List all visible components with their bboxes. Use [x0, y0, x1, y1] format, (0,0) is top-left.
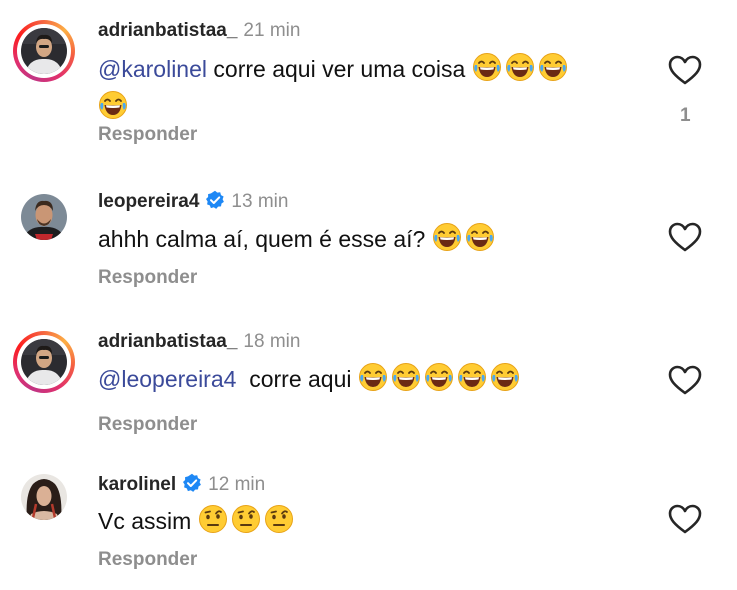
emoji-group: [358, 363, 523, 392]
comment-meta: adrianbatistaa_ 21 min: [98, 20, 300, 42]
comment-meta: leopereira4 13 min: [98, 190, 288, 216]
emoji-group: [198, 505, 297, 534]
reply-button[interactable]: Responder: [98, 267, 197, 289]
raised-eyebrow-icon: [264, 504, 294, 542]
comment-meta: adrianbatistaa_ 18 min: [98, 331, 300, 353]
emoji-group: [432, 223, 498, 252]
avatar-photo: [21, 339, 67, 385]
laughing-tears-icon: [98, 90, 128, 128]
comment-body: corre aqui: [236, 366, 358, 392]
avatar-photo: [21, 194, 67, 240]
avatar-photo: [21, 28, 67, 74]
comment-text: @leopereira4 corre aqui: [98, 362, 523, 400]
raised-eyebrow-icon: [231, 504, 261, 542]
heart-icon: [668, 365, 702, 395]
comment-time: 12 min: [208, 474, 266, 495]
reply-button[interactable]: Responder: [98, 124, 197, 146]
laughing-tears-icon: [472, 52, 502, 90]
like-button[interactable]: [668, 504, 702, 534]
comment-time: 21 min: [243, 20, 301, 41]
username[interactable]: adrianbatistaa_: [98, 331, 237, 352]
avatar[interactable]: [13, 186, 75, 248]
heart-icon: [668, 222, 702, 252]
laughing-tears-icon: [432, 222, 462, 260]
like-button[interactable]: [668, 222, 702, 252]
raised-eyebrow-icon: [198, 504, 228, 542]
username[interactable]: adrianbatistaa_: [98, 20, 237, 41]
comment-text: ahhh calma aí, quem é esse aí?: [98, 222, 498, 260]
comment-body: corre aqui ver uma coisa: [207, 56, 472, 82]
laughing-tears-icon: [391, 362, 421, 400]
avatar-photo: [21, 474, 67, 520]
mention-link[interactable]: @karolinel: [98, 56, 207, 82]
like-count: 1: [680, 105, 691, 126]
comment-body: Vc assim: [98, 508, 198, 534]
laughing-tears-icon: [465, 222, 495, 260]
comment-meta: karolinel 12 min: [98, 473, 265, 499]
like-button[interactable]: [668, 55, 702, 85]
comment-time: 13 min: [231, 191, 289, 212]
comment-text: @karolinel corre aqui ver uma coisa: [98, 52, 571, 128]
heart-icon: [668, 504, 702, 534]
laughing-tears-icon: [538, 52, 568, 90]
verified-badge-icon: [205, 190, 225, 216]
laughing-tears-icon: [457, 362, 487, 400]
heart-icon: [668, 55, 702, 85]
laughing-tears-icon: [424, 362, 454, 400]
comment-text: Vc assim: [98, 504, 297, 542]
verified-badge-icon: [182, 473, 202, 499]
reply-button[interactable]: Responder: [98, 549, 197, 571]
avatar[interactable]: [13, 331, 75, 393]
avatar[interactable]: [13, 466, 75, 528]
laughing-tears-icon: [490, 362, 520, 400]
like-button[interactable]: [668, 365, 702, 395]
laughing-tears-icon: [505, 52, 535, 90]
comment-body: ahhh calma aí, quem é esse aí?: [98, 226, 432, 252]
comment-time: 18 min: [243, 331, 301, 352]
username[interactable]: leopereira4: [98, 191, 199, 212]
laughing-tears-icon: [358, 362, 388, 400]
mention-link[interactable]: @leopereira4: [98, 366, 236, 392]
avatar[interactable]: [13, 20, 75, 82]
reply-button[interactable]: Responder: [98, 414, 197, 436]
username[interactable]: karolinel: [98, 474, 176, 495]
